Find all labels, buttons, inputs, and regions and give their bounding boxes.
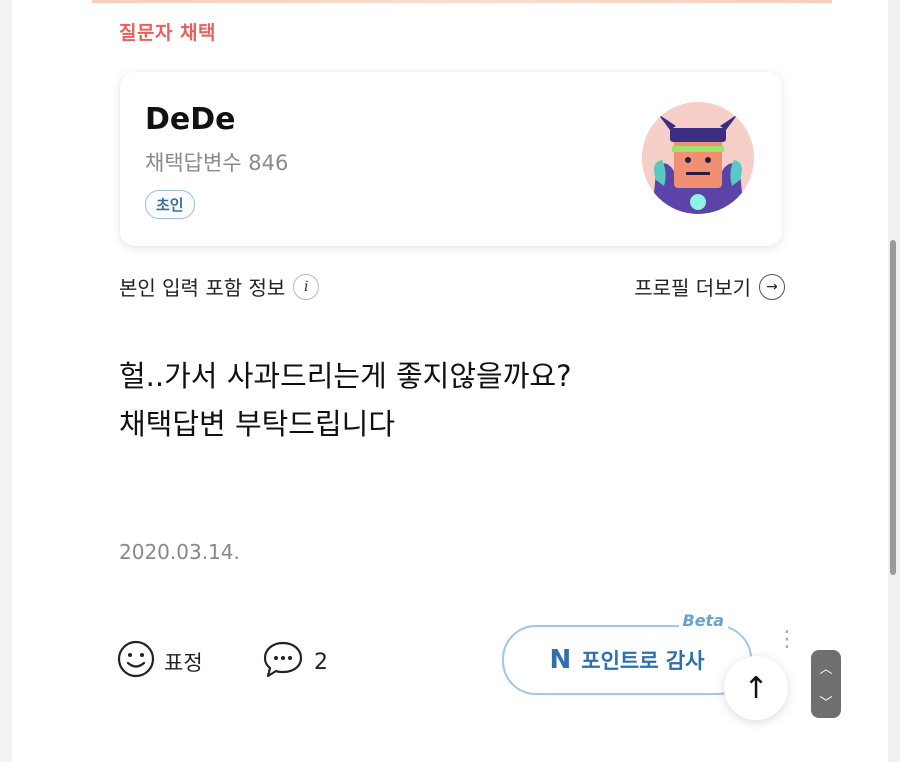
beta-label: Beta <box>678 611 728 630</box>
adopted-answer-count: 채택답변수 846 <box>145 151 289 175</box>
arrow-right-icon: → <box>759 273 785 300</box>
point-button-label: 포인트로 감사 <box>581 649 705 673</box>
page-nav-control[interactable]: ︿ ﹀ <box>811 650 841 718</box>
scrollbar[interactable] <box>888 0 900 762</box>
rank-badge: 초인 <box>145 190 195 219</box>
answer-line: 헐..가서 사과드리는게 좋지않을까요? <box>119 359 572 393</box>
more-profile-label: 프로필 더보기 <box>634 276 751 300</box>
answer-text: 헐..가서 사과드리는게 좋지않을까요? 채택답변 부탁드립니다 <box>119 352 779 448</box>
naver-n-icon: N <box>549 645 572 675</box>
more-profile-link[interactable]: 프로필 더보기 → <box>634 272 785 301</box>
scrollbar-thumb[interactable] <box>890 240 896 575</box>
smiley-icon <box>116 639 156 684</box>
chevron-up-icon[interactable]: ︿ <box>819 658 832 677</box>
comment-button[interactable]: 2 <box>262 639 328 685</box>
answer-actions: 표정 2 Beta N 포인트로 감사 ⋮ <box>116 611 798 695</box>
arrow-up-icon: ↑ <box>743 670 769 706</box>
more-options-icon[interactable]: ⋮ <box>776 629 798 651</box>
input-info-link[interactable]: 본인 입력 포함 정보 i <box>119 272 320 301</box>
robot-avatar-icon[interactable] <box>642 102 754 214</box>
profile-info-row: 본인 입력 포함 정보 i 프로필 더보기 → <box>119 272 785 302</box>
top-accent-divider <box>92 0 832 3</box>
scroll-to-top-button[interactable]: ↑ <box>724 656 788 720</box>
speech-bubble-icon <box>262 639 304 685</box>
chevron-down-icon[interactable]: ﹀ <box>819 692 832 711</box>
info-icon[interactable]: i <box>293 273 320 300</box>
answer-panel: 질문자 채택 DeDe 채택답변수 846 초인 본인 입력 포함 정보 i 프… <box>12 0 888 762</box>
profile-card[interactable]: DeDe 채택답변수 846 초인 <box>120 72 782 246</box>
emoji-label: 표정 <box>164 650 203 675</box>
emoji-reaction-button[interactable]: 표정 <box>116 639 203 684</box>
thank-with-points-button[interactable]: Beta N 포인트로 감사 <box>502 611 752 695</box>
answer-line: 채택답변 부탁드립니다 <box>119 407 396 441</box>
input-info-label: 본인 입력 포함 정보 <box>119 276 286 300</box>
section-label: 질문자 채택 <box>119 22 217 44</box>
comment-count: 2 <box>314 649 328 675</box>
answer-date: 2020.03.14. <box>119 540 240 564</box>
username[interactable]: DeDe <box>145 102 236 137</box>
